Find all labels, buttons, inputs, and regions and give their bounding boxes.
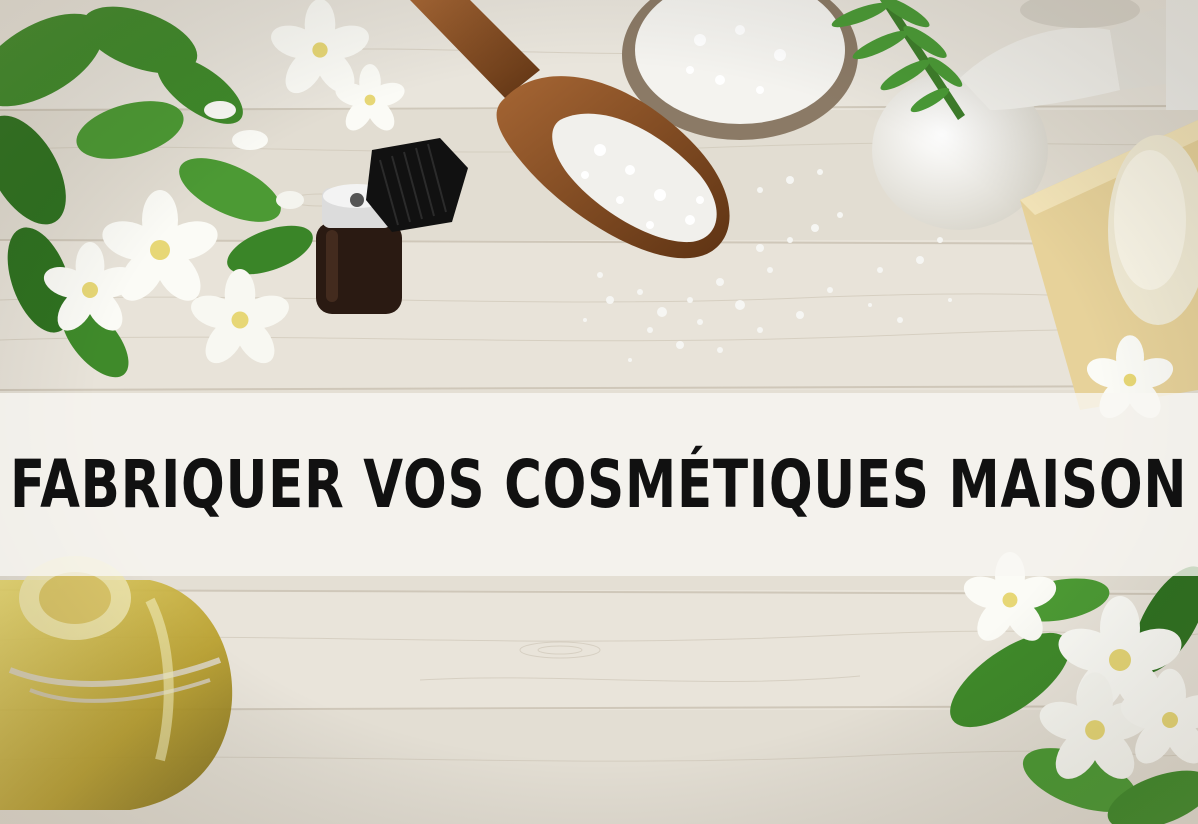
page-title: FABRIQUER VOS COSMÉTIQUES MAISON bbox=[10, 446, 1188, 523]
hero-image: FABRIQUER VOS COSMÉTIQUES MAISON bbox=[0, 0, 1198, 824]
title-banner: FABRIQUER VOS COSMÉTIQUES MAISON bbox=[0, 393, 1198, 576]
